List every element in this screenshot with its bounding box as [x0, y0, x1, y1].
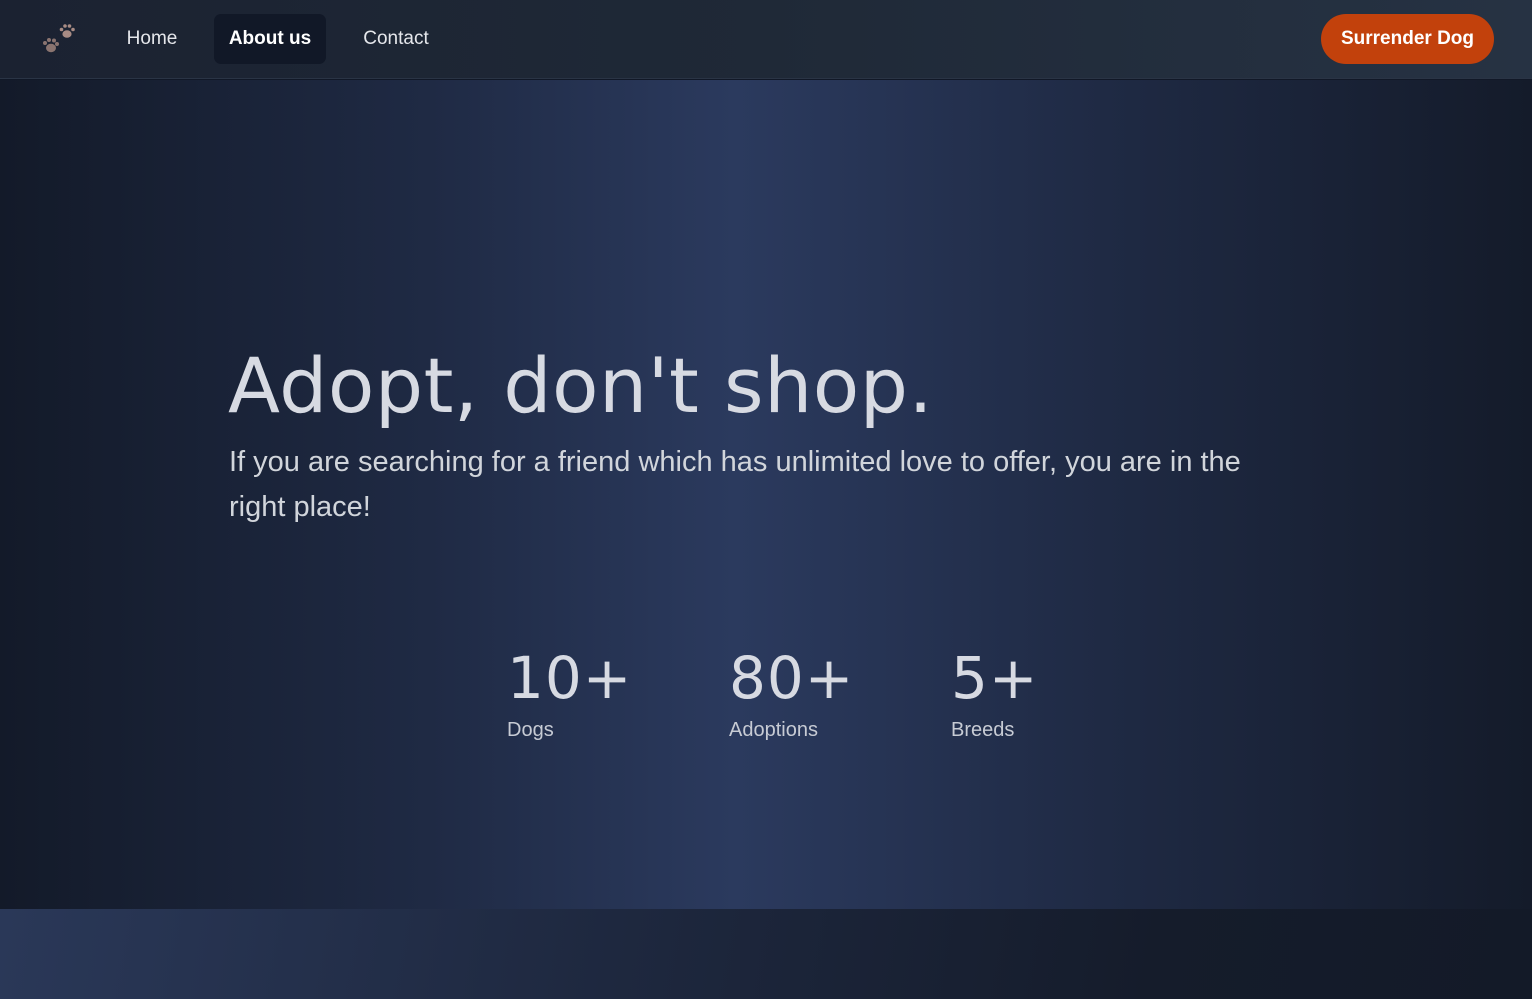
stat-adoptions: 80+ Adoptions	[729, 643, 854, 742]
stat-dogs: 10+ Dogs	[507, 643, 632, 742]
hero-section: Adopt, don't shop. If you are searching …	[0, 80, 1532, 909]
stat-value: 10+	[507, 644, 633, 712]
hero-subtitle: If you are searching for a friend which …	[229, 446, 1241, 523]
stat-breeds: 5+ Breeds	[951, 643, 1039, 742]
nav-about-link[interactable]: About us	[214, 14, 326, 64]
nav-home-link[interactable]: Home	[107, 14, 197, 64]
nav-contact-link[interactable]: Contact	[343, 14, 449, 64]
stat-label: Adoptions	[729, 719, 818, 741]
stat-label: Breeds	[951, 719, 1015, 741]
surrender-dog-button[interactable]: Surrender Dog	[1321, 14, 1494, 64]
hero-title: Adopt, don't shop.	[228, 341, 934, 430]
next-section-preview	[0, 909, 1532, 999]
stat-value: 5+	[951, 644, 1039, 712]
top-navbar: Home About us Contact Surrender Dog	[0, 0, 1532, 79]
stat-value: 80+	[729, 644, 855, 712]
paw-prints-icon[interactable]	[40, 20, 80, 58]
stat-label: Dogs	[507, 719, 554, 741]
